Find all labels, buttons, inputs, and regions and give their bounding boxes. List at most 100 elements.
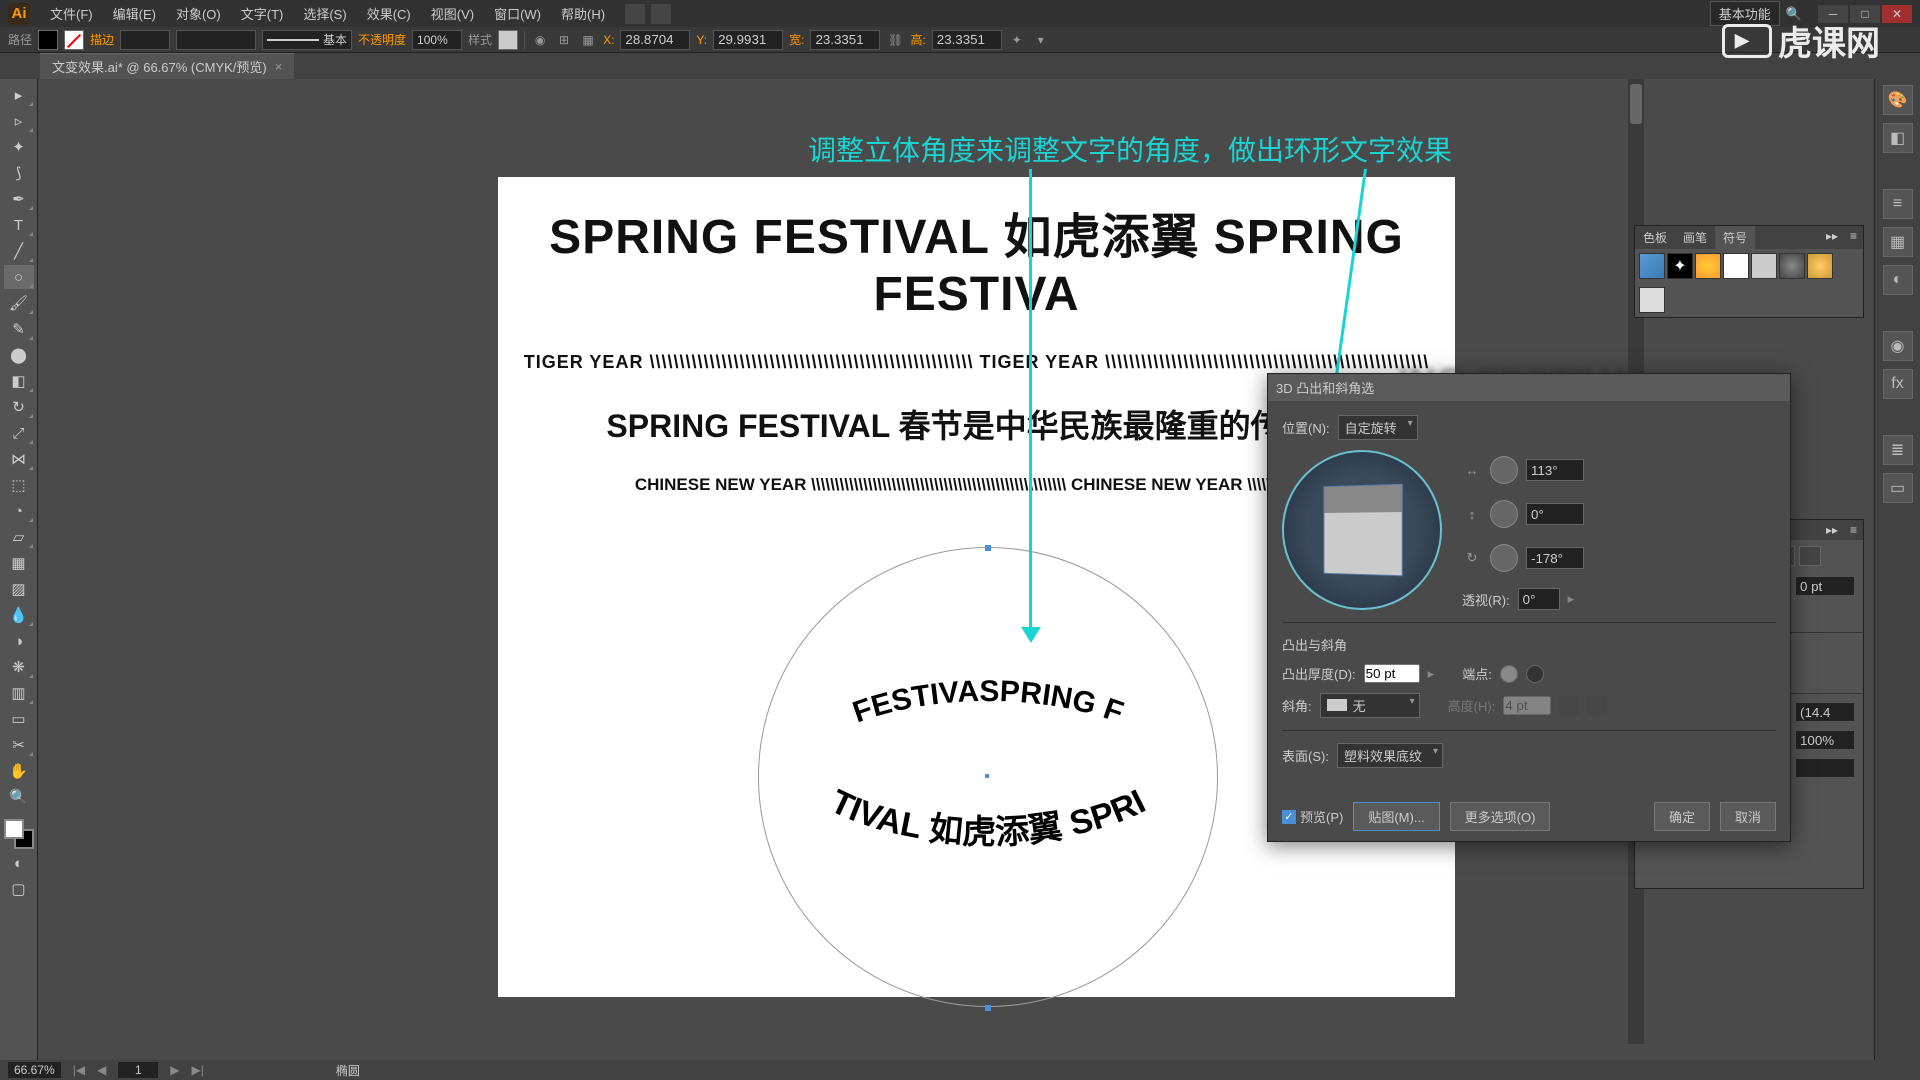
swatch-8[interactable]: [1639, 287, 1665, 313]
prev-artboard-icon[interactable]: ◀: [97, 1063, 106, 1077]
menu-effect[interactable]: 效果(C): [357, 4, 421, 23]
line-tool[interactable]: ╱: [4, 239, 34, 263]
position-combo[interactable]: 自定旋转: [1338, 415, 1418, 440]
draw-mode-icon[interactable]: ◐: [4, 851, 34, 875]
graph-tool[interactable]: ▥: [4, 681, 34, 705]
mesh-tool[interactable]: ▦: [4, 551, 34, 575]
tab-swatches[interactable]: 色板: [1635, 226, 1675, 249]
shape-icon[interactable]: ✦: [1008, 31, 1026, 49]
lasso-tool[interactable]: ⟆: [4, 161, 34, 185]
menu-object[interactable]: 对象(O): [166, 4, 231, 23]
cancel-button[interactable]: 取消: [1720, 802, 1776, 831]
tracking-input[interactable]: [1795, 758, 1855, 778]
swatch-4[interactable]: [1723, 253, 1749, 279]
panel-menu-icon[interactable]: ▸▸: [1820, 226, 1844, 249]
pen-tool[interactable]: ✒: [4, 187, 34, 211]
paintbrush-tool[interactable]: 🖌: [4, 291, 34, 315]
ellipse-tool[interactable]: ○: [4, 265, 34, 289]
perspective-stepper-icon[interactable]: ▸: [1568, 591, 1575, 607]
direct-selection-tool[interactable]: ▹: [4, 109, 34, 133]
layers-panel-icon[interactable]: ≣: [1883, 435, 1913, 465]
selection-tool[interactable]: ▸: [4, 83, 34, 107]
transparency-panel-icon[interactable]: ◐: [1883, 265, 1913, 295]
free-transform-tool[interactable]: ⬚: [4, 473, 34, 497]
hscale-input[interactable]: [1795, 730, 1855, 750]
stroke-swatch[interactable]: [64, 30, 84, 50]
menu-help[interactable]: 帮助(H): [551, 4, 615, 23]
leading-input[interactable]: [1795, 702, 1855, 722]
transform-icon[interactable]: ⊞: [555, 31, 573, 49]
stroke-weight-combo[interactable]: [120, 30, 170, 50]
gradient-panel-icon[interactable]: ▦: [1883, 227, 1913, 257]
color-guide-icon[interactable]: ◧: [1883, 123, 1913, 153]
cube-track-preview[interactable]: [1282, 450, 1442, 610]
layout-icon[interactable]: [625, 4, 645, 24]
ok-button[interactable]: 确定: [1654, 802, 1710, 831]
close-button[interactable]: ✕: [1882, 5, 1912, 23]
map-art-button[interactable]: 贴图(M)...: [1353, 802, 1439, 831]
color-panel-icon[interactable]: 🎨: [1883, 85, 1913, 115]
depth-stepper-icon[interactable]: ▸: [1428, 666, 1435, 682]
artboard-tool[interactable]: ▭: [4, 707, 34, 731]
symbol-sprayer-tool[interactable]: ❋: [4, 655, 34, 679]
next-artboard-icon[interactable]: ▶: [170, 1063, 179, 1077]
tab-close-icon[interactable]: ×: [275, 59, 283, 74]
indent-right-input[interactable]: [1795, 576, 1855, 596]
rotate-y-input[interactable]: [1526, 503, 1584, 525]
depth-input[interactable]: [1364, 664, 1420, 683]
rotate-x-input[interactable]: [1526, 459, 1584, 481]
rotate-z-dial[interactable]: [1490, 544, 1518, 572]
layout-icon-2[interactable]: [651, 4, 671, 24]
bevel-combo[interactable]: 无: [1320, 693, 1420, 718]
color-picker[interactable]: [4, 819, 34, 849]
gradient-tool[interactable]: ▨: [4, 577, 34, 601]
cap-on-radio[interactable]: [1500, 665, 1518, 683]
justify-all-icon[interactable]: [1799, 546, 1821, 566]
hand-tool[interactable]: ✋: [4, 759, 34, 783]
w-input[interactable]: [810, 30, 880, 50]
panel-options-icon[interactable]: ≡: [1844, 226, 1863, 249]
eraser-tool[interactable]: ◧: [4, 369, 34, 393]
tab-brushes[interactable]: 画笔: [1675, 226, 1715, 249]
more-icon[interactable]: ▾: [1032, 31, 1050, 49]
artboard-number[interactable]: 1: [118, 1062, 158, 1078]
slice-tool[interactable]: ✂: [4, 733, 34, 757]
pencil-tool[interactable]: ✎: [4, 317, 34, 341]
surface-combo[interactable]: 塑料效果底纹: [1337, 743, 1443, 768]
h-input[interactable]: [932, 30, 1002, 50]
appearance-panel-icon[interactable]: ◉: [1883, 331, 1913, 361]
last-artboard-icon[interactable]: ▶|: [192, 1063, 204, 1077]
menu-select[interactable]: 选择(S): [293, 4, 356, 23]
zoom-level[interactable]: 66.67%: [8, 1062, 61, 1078]
swatch-5[interactable]: [1751, 253, 1777, 279]
stroke-panel-icon[interactable]: ≡: [1883, 189, 1913, 219]
magic-wand-tool[interactable]: ✦: [4, 135, 34, 159]
y-input[interactable]: [713, 30, 783, 50]
preview-checkbox[interactable]: ✓ 预览(P): [1282, 807, 1343, 826]
type-tool[interactable]: T: [4, 213, 34, 237]
stroke-profile-combo[interactable]: [176, 30, 256, 50]
eyedropper-tool[interactable]: 💧: [4, 603, 34, 627]
link-wh-icon[interactable]: ⛓: [886, 31, 904, 49]
rotate-y-dial[interactable]: [1490, 500, 1518, 528]
rotate-x-dial[interactable]: [1490, 456, 1518, 484]
fill-swatch[interactable]: [38, 30, 58, 50]
vscroll-thumb[interactable]: [1630, 84, 1642, 124]
rotate-z-input[interactable]: [1526, 547, 1584, 569]
selected-ellipse[interactable]: FESTIVASPRING F TIVAL 如虎添翼 SPRI: [738, 527, 1238, 1027]
menu-view[interactable]: 视图(V): [421, 4, 484, 23]
more-options-button[interactable]: 更多选项(O): [1450, 802, 1551, 831]
rotate-tool[interactable]: ↻: [4, 395, 34, 419]
swatch-2[interactable]: ✦: [1667, 253, 1693, 279]
swatch-6[interactable]: [1779, 253, 1805, 279]
menu-edit[interactable]: 编辑(E): [103, 4, 166, 23]
screen-mode-icon[interactable]: ▢: [4, 877, 34, 901]
blend-tool[interactable]: ◑: [4, 629, 34, 653]
style-swatch[interactable]: [498, 30, 518, 50]
stroke-link[interactable]: 描边: [90, 31, 114, 48]
dialog-titlebar[interactable]: 3D 凸出和斜角选: [1268, 374, 1790, 401]
scale-tool[interactable]: ⤢: [4, 421, 34, 445]
cap-off-radio[interactable]: [1526, 665, 1544, 683]
x-input[interactable]: [620, 30, 690, 50]
menu-window[interactable]: 窗口(W): [484, 4, 551, 23]
